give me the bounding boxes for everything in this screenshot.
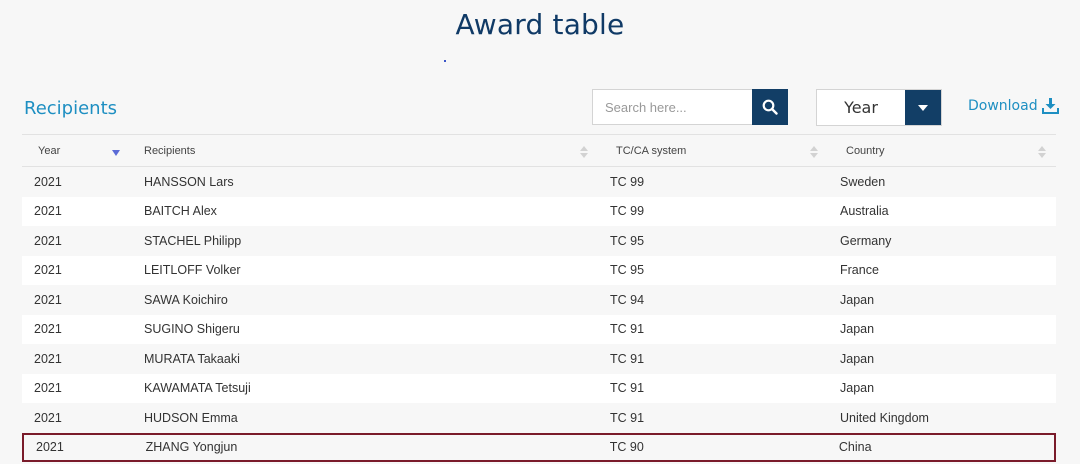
cell-country: China: [838, 440, 872, 455]
sort-icon: [580, 146, 588, 158]
column-header-tc-ca-system[interactable]: TC/CA system: [598, 135, 828, 166]
cell-tc: TC 91: [610, 351, 645, 366]
column-header-year[interactable]: Year: [22, 135, 132, 166]
cell-country: Japan: [840, 381, 875, 396]
cell-country: Japan: [840, 351, 875, 366]
cell-tc: TC 99: [610, 204, 645, 219]
table-row[interactable]: 2021 HANSSON Lars TC 99 Sweden: [22, 167, 1056, 197]
cell-country: Australia: [840, 204, 889, 219]
cell-tc: TC 95: [610, 263, 645, 278]
table-header: Year Recipients TC/CA system Country: [22, 134, 1056, 167]
cell-country: Germany: [840, 233, 892, 248]
cell-country: United Kingdom: [840, 410, 929, 425]
cell-tc: TC 94: [610, 292, 645, 307]
sort-desc-icon: [112, 150, 120, 156]
table-row[interactable]: 2021 SUGINO Shigeru TC 91 Japan: [22, 314, 1056, 344]
cell-recipient: LEITLOFF Volker: [144, 263, 241, 278]
table-row[interactable]: 2021 HUDSON Emma TC 91 United Kingdom: [22, 403, 1056, 433]
download-label: Download: [968, 98, 1038, 114]
table-row[interactable]: 2021 SAWA Koichiro TC 94 Japan: [22, 285, 1056, 315]
cell-recipient: BAITCH Alex: [144, 204, 217, 219]
cell-country: France: [840, 263, 879, 278]
table-row[interactable]: 2021 BAITCH Alex TC 99 Australia: [22, 196, 1056, 226]
year-filter-label: Year: [844, 98, 878, 117]
cell-recipient: SAWA Koichiro: [144, 292, 228, 307]
cell-recipient: HUDSON Emma: [144, 410, 238, 425]
cell-recipient: HANSSON Lars: [144, 174, 234, 189]
cell-year: 2021: [34, 381, 62, 396]
table-row[interactable]: 2021 STACHEL Philipp TC 95 Germany: [22, 226, 1056, 256]
cell-country: Japan: [840, 322, 875, 337]
page-title: Award table: [455, 8, 625, 41]
cell-recipient: STACHEL Philipp: [144, 233, 242, 248]
cell-year: 2021: [34, 292, 62, 307]
cell-tc: TC 91: [610, 381, 645, 396]
year-filter-dropdown-button[interactable]: [905, 90, 941, 125]
cell-year: 2021: [34, 410, 62, 425]
cell-year: 2021: [34, 322, 62, 337]
search-button[interactable]: [752, 89, 788, 125]
column-header-country[interactable]: Country: [828, 135, 1056, 166]
table-row[interactable]: 2021 LEITLOFF Volker TC 95 France: [22, 255, 1056, 285]
cell-country: Japan: [840, 292, 875, 307]
cell-recipient: MURATA Takaaki: [144, 351, 240, 366]
cell-recipient: SUGINO Shigeru: [144, 322, 240, 337]
cell-tc: TC 91: [610, 410, 645, 425]
cell-tc: TC 99: [610, 174, 645, 189]
cell-recipient: ZHANG Yongjun: [145, 440, 238, 455]
sort-icon: [1038, 146, 1046, 158]
search-input[interactable]: [592, 89, 752, 125]
caret-down-icon: [918, 104, 928, 111]
cell-tc: TC 91: [610, 322, 645, 337]
cell-tc: TC 90: [609, 440, 644, 455]
decorative-dot: [444, 60, 446, 62]
search-box: [592, 89, 788, 125]
cell-year: 2021: [34, 233, 62, 248]
cell-year: 2021: [34, 263, 62, 278]
section-title: Recipients: [24, 98, 118, 119]
download-icon: [1041, 98, 1059, 114]
cell-recipient: KAWAMATA Tetsuji: [144, 381, 251, 396]
cell-country: Sweden: [840, 174, 886, 189]
recipients-table: Year Recipients TC/CA system Country 202…: [22, 134, 1056, 462]
cell-year: 2021: [36, 440, 64, 455]
cell-year: 2021: [34, 204, 62, 219]
table-row[interactable]: 2021 MURATA Takaaki TC 91 Japan: [22, 344, 1056, 374]
search-icon: [762, 99, 778, 115]
year-filter-select[interactable]: Year: [816, 89, 942, 126]
column-header-recipients[interactable]: Recipients: [132, 135, 598, 166]
table-row-selected[interactable]: 2021 ZHANG Yongjun TC 90 China: [22, 432, 1056, 462]
cell-tc: TC 95: [610, 233, 645, 248]
cell-year: 2021: [34, 351, 62, 366]
cell-year: 2021: [34, 174, 62, 189]
sort-icon: [810, 146, 818, 158]
table-row[interactable]: 2021 KAWAMATA Tetsuji TC 91 Japan: [22, 373, 1056, 403]
download-link[interactable]: Download: [968, 98, 1059, 114]
